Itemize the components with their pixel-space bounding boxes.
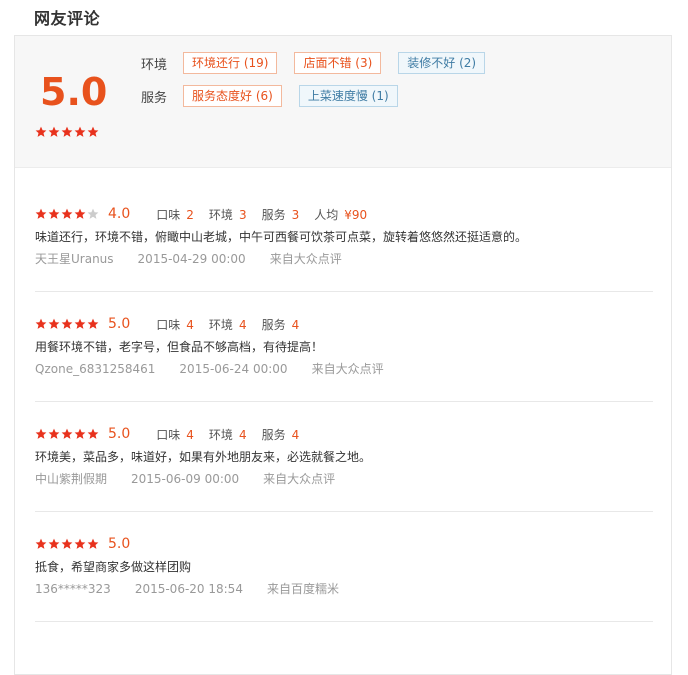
review-rating-line: 4.0 口味 2 环境 3 服务 3 人均 ¥90 <box>35 206 382 222</box>
sub-rating-taste: 口味 4 <box>156 317 194 332</box>
review-meta: 天王星Uranus 2015-04-29 00:00 来自大众点评 <box>35 250 366 267</box>
star-icon <box>35 428 47 439</box>
review-score: 5.0 <box>108 316 131 332</box>
review-score: 5.0 <box>108 426 131 442</box>
star-icon <box>87 538 99 549</box>
review-source: 来自大众点评 <box>311 362 384 376</box>
review-source: 来自大众点评 <box>263 472 336 486</box>
star-icon <box>48 538 60 549</box>
star-icon <box>61 208 73 219</box>
review-meta: 中山紫荆假期 2015-06-09 00:00 来自大众点评 <box>35 470 359 487</box>
star-icon <box>61 126 73 137</box>
review-divider <box>35 291 653 292</box>
review-time: 2015-06-24 00:00 <box>179 362 288 376</box>
star-icon <box>48 208 60 219</box>
review-text: 环境美，菜品多，味道好，如果有外地朋友来，必选就餐之地。 <box>35 450 372 464</box>
star-icon <box>74 208 86 219</box>
sub-rating-environment: 环境 4 <box>208 427 247 442</box>
review-stars <box>35 208 100 220</box>
tag-chip[interactable]: 上菜速度慢 (1) <box>298 85 398 107</box>
sub-rating-environment: 环境 3 <box>208 207 247 222</box>
star-icon <box>74 428 86 439</box>
star-icon <box>48 126 60 137</box>
review-time: 2015-06-20 18:54 <box>134 582 243 596</box>
tag-row-environment: 环境 环境还行 (19) 店面不错 (3) 装修不好 (2) <box>141 52 502 74</box>
rating-summary: 5.0 环境 环境还行 (19) 店面不错 (3) 装修不好 (2) 服务 服务… <box>15 36 671 168</box>
review-source: 来自大众点评 <box>269 252 342 266</box>
sub-rating-environment: 环境 4 <box>208 317 247 332</box>
tag-chip[interactable]: 环境还行 (19) <box>183 52 278 74</box>
star-icon <box>87 126 99 137</box>
star-icon <box>35 318 47 329</box>
overall-score: 5.0 <box>40 70 108 114</box>
sub-rating-taste: 口味 4 <box>156 427 194 442</box>
star-icon <box>74 126 86 137</box>
review-rating-line: 5.0 <box>35 536 156 552</box>
review-score: 4.0 <box>108 206 131 222</box>
review-stars <box>35 428 100 440</box>
sub-rating-service: 服务 3 <box>261 207 300 222</box>
star-icon <box>61 318 73 329</box>
tag-row-label: 服务 <box>141 90 168 106</box>
review-stars <box>35 538 100 550</box>
review-card: 5.0 环境 环境还行 (19) 店面不错 (3) 装修不好 (2) 服务 服务… <box>14 35 672 675</box>
review-time: 2015-04-29 00:00 <box>137 252 246 266</box>
star-icon <box>35 126 47 137</box>
review-rating-line: 5.0 口味 4 环境 4 服务 4 <box>35 316 314 332</box>
review-rating-line: 5.0 口味 4 环境 4 服务 4 <box>35 426 314 442</box>
review-divider <box>35 511 653 512</box>
star-icon <box>61 428 73 439</box>
review-meta: Qzone_6831258461 2015-06-24 00:00 来自大众点评 <box>35 360 408 377</box>
review-divider <box>35 621 653 622</box>
star-icon <box>87 428 99 439</box>
review-stars <box>35 318 100 330</box>
review-text: 用餐环境不错，老字号，但食品不够高档，有待提高！ <box>35 340 324 354</box>
overall-stars <box>35 126 100 138</box>
review-text: 抵食，希望商家多做这样团购 <box>35 560 192 574</box>
review-user: 天王星Uranus <box>35 252 114 266</box>
star-icon <box>48 428 60 439</box>
review-time: 2015-06-09 00:00 <box>131 472 240 486</box>
review-user: 中山紫荆假期 <box>35 472 108 486</box>
review-source: 来自百度糯米 <box>266 582 339 596</box>
sub-rating-service: 服务 4 <box>261 427 300 442</box>
review-user: 136*****323 <box>35 582 111 596</box>
sub-rating-service: 服务 4 <box>261 317 300 332</box>
sub-rating-taste: 口味 2 <box>156 207 194 222</box>
star-icon <box>35 538 47 549</box>
review-meta: 136*****323 2015-06-20 18:54 来自百度糯米 <box>35 580 363 597</box>
star-icon <box>74 318 86 329</box>
star-icon <box>74 538 86 549</box>
review-score: 5.0 <box>108 536 131 552</box>
sub-rating-price: 人均 ¥90 <box>314 207 368 222</box>
star-icon <box>87 318 99 329</box>
review-user: Qzone_6831258461 <box>35 362 156 376</box>
tag-row-service: 服务 服务态度好 (6) 上菜速度慢 (1) <box>141 85 415 107</box>
tag-chip[interactable]: 店面不错 (3) <box>294 52 382 74</box>
tag-row-label: 环境 <box>141 57 168 73</box>
tag-chip[interactable]: 装修不好 (2) <box>398 52 486 74</box>
star-icon <box>35 208 47 219</box>
star-icon <box>48 318 60 329</box>
section-title: 网友评论 <box>34 9 101 28</box>
review-text: 味道还行，环境不错，俯瞰中山老城，中午可西餐可饮茶可点菜，旋转着悠悠然还挺适意的… <box>35 230 528 244</box>
star-icon <box>87 208 99 219</box>
review-divider <box>35 401 653 402</box>
tag-chip[interactable]: 服务态度好 (6) <box>183 85 282 107</box>
star-icon <box>61 538 73 549</box>
